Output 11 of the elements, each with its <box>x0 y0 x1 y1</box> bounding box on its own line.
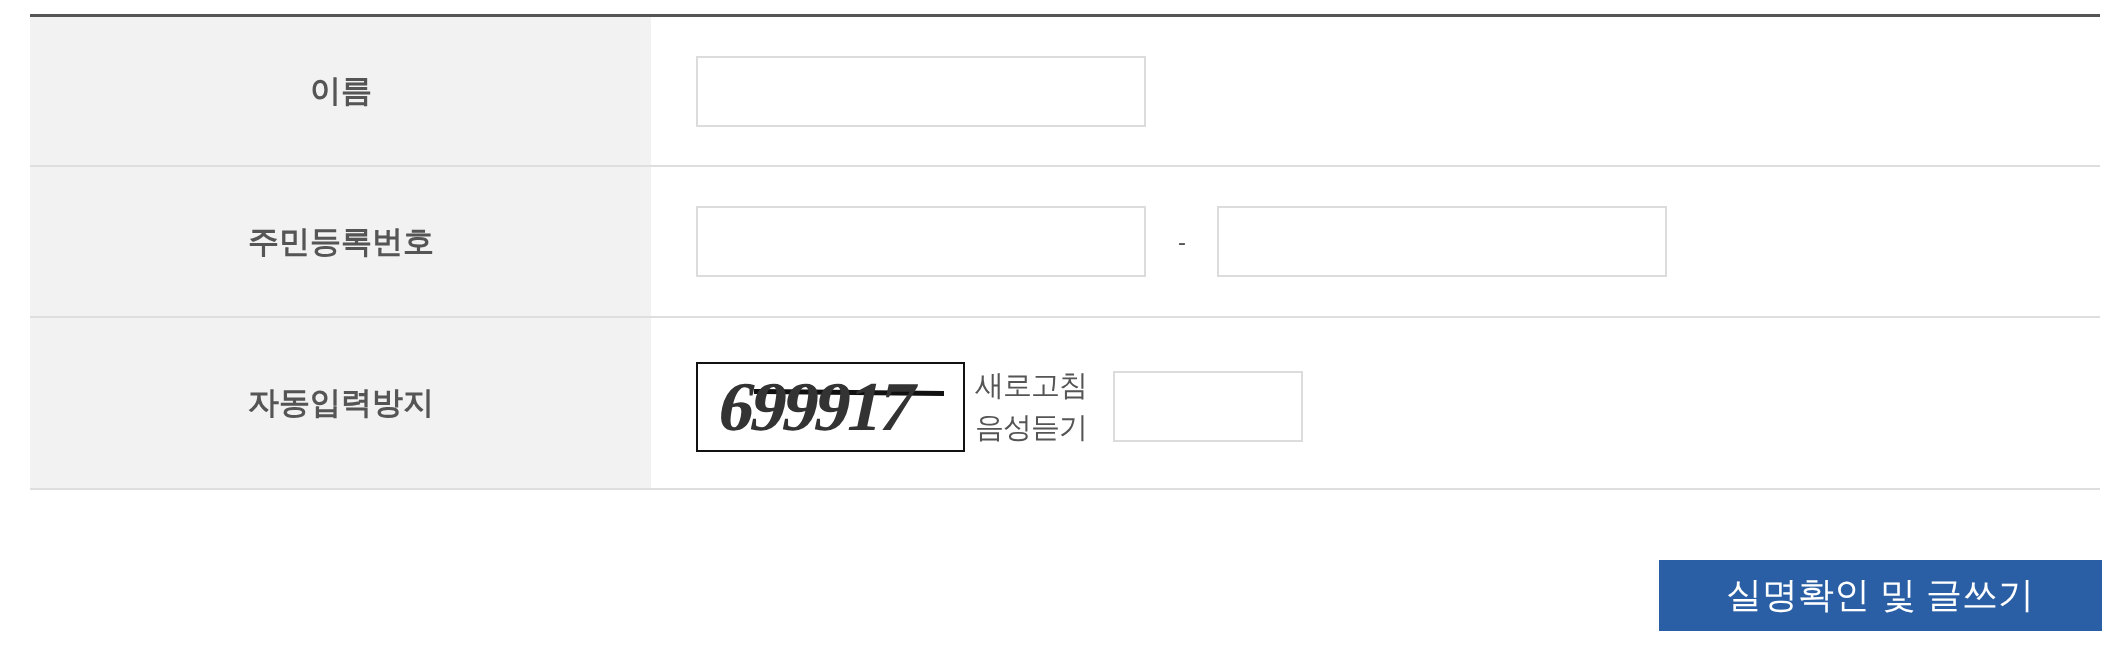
refresh-captcha-link[interactable]: 새로고침 <box>975 364 1087 406</box>
name-input[interactable] <box>696 55 1146 127</box>
field-label: 이름 <box>309 72 372 110</box>
separator-dash: - <box>1177 227 1187 256</box>
field-label: 자동입력방지 <box>247 384 434 422</box>
id-number-front-input[interactable] <box>696 206 1146 277</box>
captcha-input[interactable] <box>1113 370 1303 442</box>
submit-button[interactable]: 실명확인 및 글쓰기 <box>1659 560 2102 631</box>
audio-captcha-link[interactable]: 음성듣기 <box>975 406 1087 448</box>
field-label: 주민등록번호 <box>247 222 434 261</box>
id-number-back-input[interactable] <box>1217 206 1667 277</box>
